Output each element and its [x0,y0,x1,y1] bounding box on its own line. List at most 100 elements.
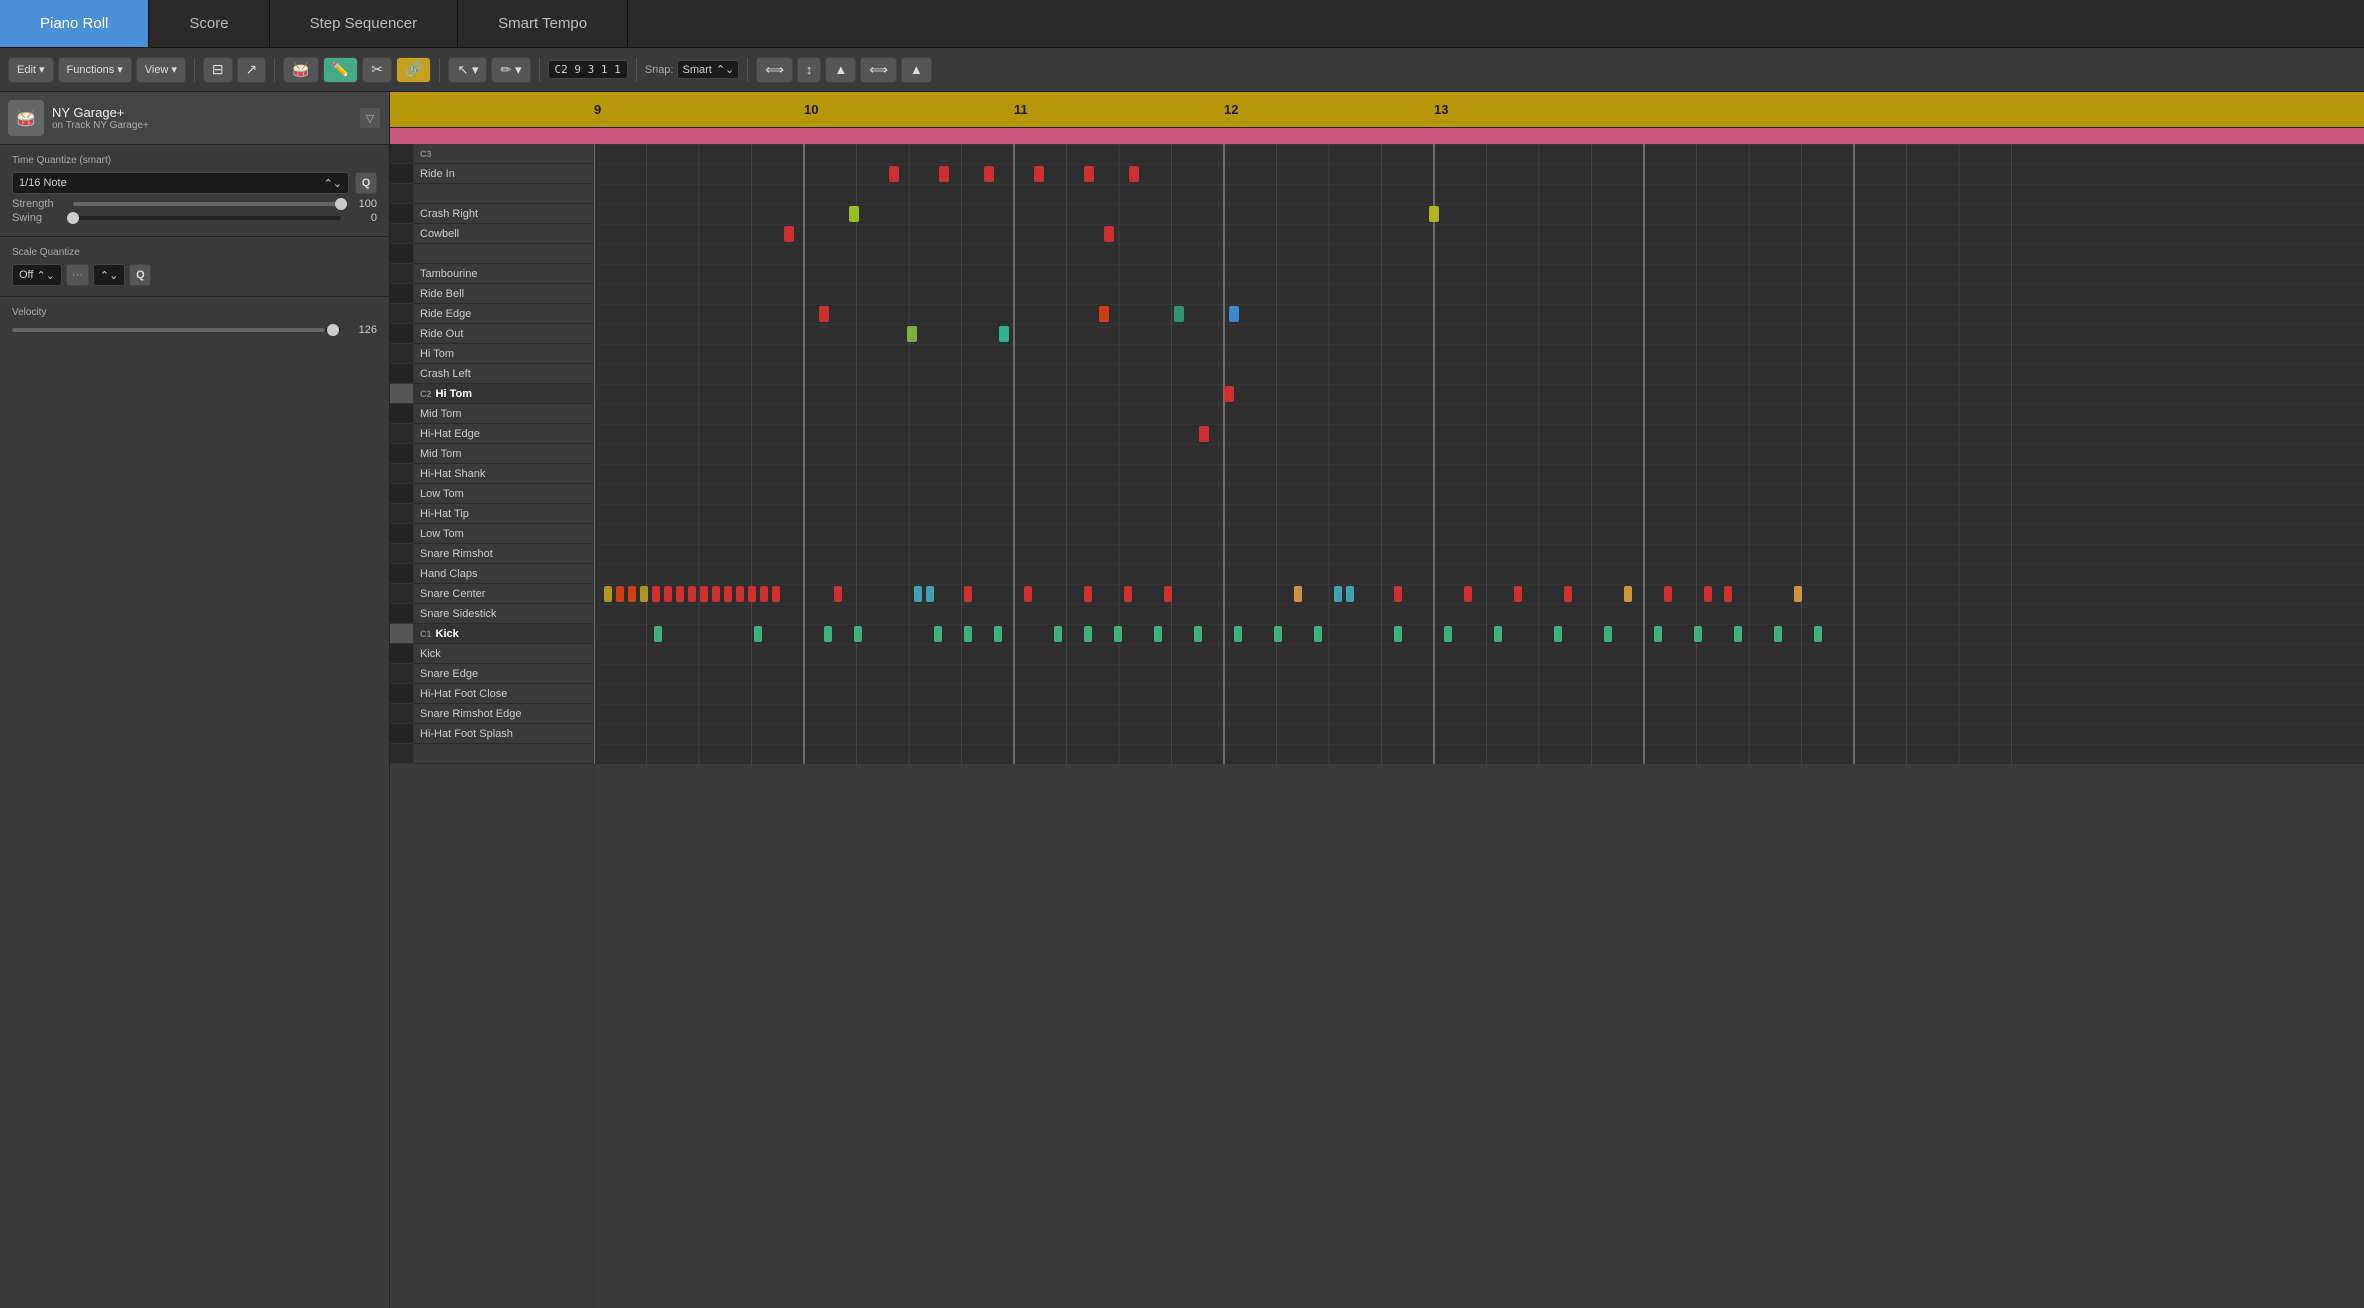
note[interactable] [1654,626,1662,642]
piano-key[interactable] [390,364,413,384]
note[interactable] [994,626,1002,642]
piano-key[interactable] [390,684,413,704]
note[interactable] [1104,226,1114,242]
note[interactable] [688,586,696,602]
piano-key[interactable] [390,464,413,484]
note[interactable] [1229,306,1239,322]
tab-score[interactable]: Score [149,0,269,47]
note[interactable] [907,326,917,342]
note[interactable] [754,626,762,642]
scale-value-select[interactable]: Off ⌃⌄ [12,264,62,286]
note[interactable] [1334,586,1342,602]
piano-key[interactable] [390,384,413,404]
piano-key[interactable] [390,564,413,584]
note[interactable] [854,626,862,642]
note[interactable] [1464,586,1472,602]
note[interactable] [1124,586,1132,602]
piano-key[interactable] [390,744,413,764]
piano-key[interactable] [390,304,413,324]
note[interactable] [1514,586,1522,602]
drum-icon-btn[interactable]: 🥁 [283,57,318,83]
scale-q-btn[interactable]: Q [129,264,151,286]
scale-dots-btn[interactable]: ··· [66,264,89,286]
tab-smart-tempo[interactable]: Smart Tempo [458,0,628,47]
scale-key-select[interactable]: ⌃⌄ [93,264,125,286]
note[interactable] [1444,626,1452,642]
note[interactable] [748,586,756,602]
track-expand-btn[interactable]: ▽ [359,107,381,129]
tab-step-sequencer[interactable]: Step Sequencer [270,0,459,47]
piano-key[interactable] [390,424,413,444]
note[interactable] [1314,626,1322,642]
zoom-fit-btn[interactable]: ⟺ [756,57,793,83]
pointer-tool[interactable]: ↖ ▾ [448,57,487,83]
grid-scroll[interactable] [594,144,2364,1308]
quantize-q-btn[interactable]: Q [355,172,377,194]
note[interactable] [849,206,859,222]
note[interactable] [640,586,648,602]
metronome-btn[interactable]: ▲ [825,57,856,83]
note[interactable] [1564,586,1572,602]
swing-slider[interactable] [73,216,341,220]
note[interactable] [934,626,942,642]
note[interactable] [984,166,994,182]
note[interactable] [1694,626,1702,642]
note[interactable] [1084,166,1094,182]
tab-piano-roll[interactable]: Piano Roll [0,0,149,47]
piano-key[interactable] [390,324,413,344]
piano-key[interactable] [390,204,413,224]
note[interactable] [616,586,624,602]
note[interactable] [1734,626,1742,642]
note[interactable] [964,626,972,642]
note[interactable] [1194,626,1202,642]
note[interactable] [889,166,899,182]
note[interactable] [834,586,842,602]
piano-key[interactable] [390,704,413,724]
piano-key[interactable] [390,644,413,664]
note[interactable] [654,626,662,642]
note[interactable] [1494,626,1502,642]
strength-slider[interactable] [73,202,341,206]
note[interactable] [700,586,708,602]
piano-key[interactable] [390,184,413,204]
note[interactable] [1346,586,1354,602]
piano-key[interactable] [390,164,413,184]
note[interactable] [1114,626,1122,642]
note[interactable] [1224,386,1234,402]
quantize-btn[interactable]: ⊟ [203,57,233,83]
note[interactable] [664,586,672,602]
velocity-slider[interactable] [12,328,341,332]
piano-key[interactable] [390,484,413,504]
note[interactable] [1394,586,1402,602]
piano-key[interactable] [390,144,413,164]
note[interactable] [1174,306,1184,322]
snap-select[interactable]: Smart ⌃⌄ [677,60,739,79]
note[interactable] [1199,426,1209,442]
note-value-select[interactable]: 1/16 Note ⌃⌄ [12,172,349,194]
piano-key[interactable] [390,604,413,624]
note[interactable] [1054,626,1062,642]
note[interactable] [999,326,1009,342]
note[interactable] [824,626,832,642]
edit-menu[interactable]: Edit [8,57,54,83]
note[interactable] [1794,586,1802,602]
piano-key[interactable] [390,344,413,364]
note[interactable] [676,586,684,602]
note[interactable] [1664,586,1672,602]
note[interactable] [1774,626,1782,642]
piano-key[interactable] [390,584,413,604]
piano-key[interactable] [390,404,413,424]
note[interactable] [712,586,720,602]
piano-key[interactable] [390,444,413,464]
note[interactable] [784,226,794,242]
note[interactable] [724,586,732,602]
piano-key[interactable] [390,264,413,284]
functions-menu[interactable]: Functions [58,57,132,83]
piano-key[interactable] [390,664,413,684]
note[interactable] [604,586,612,602]
note[interactable] [1394,626,1402,642]
piano-key[interactable] [390,624,413,644]
note[interactable] [760,586,768,602]
piano-key[interactable] [390,224,413,244]
pencil-tool[interactable]: ✏ ▾ [491,57,530,83]
